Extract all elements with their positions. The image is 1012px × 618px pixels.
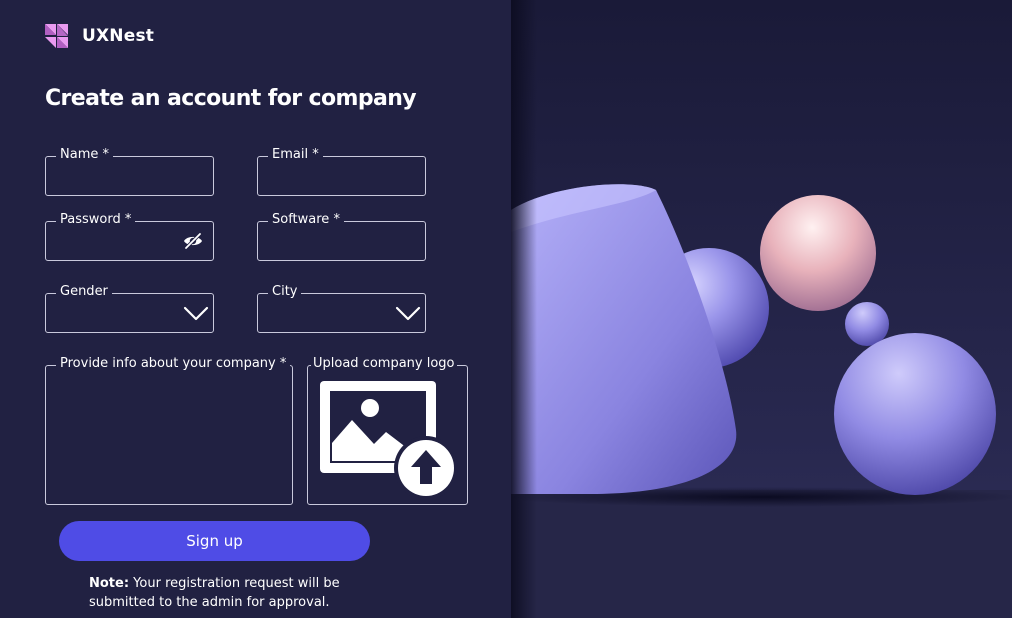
chevron-down-icon[interactable] bbox=[395, 303, 421, 323]
upload-logo-label: Upload company logo bbox=[311, 355, 457, 373]
password-field[interactable]: Password * bbox=[45, 211, 214, 261]
upload-logo-dropzone[interactable]: Upload company logo bbox=[307, 355, 468, 505]
hero-illustration bbox=[511, 0, 1012, 618]
uxnest-logo-icon bbox=[45, 24, 68, 48]
software-input[interactable] bbox=[258, 222, 425, 260]
email-input[interactable] bbox=[258, 157, 425, 195]
page-title: Create an account for company bbox=[45, 86, 417, 111]
signup-button[interactable]: Sign up bbox=[59, 521, 370, 561]
image-upload-icon[interactable] bbox=[318, 378, 458, 498]
brand[interactable]: UXNest bbox=[45, 24, 154, 48]
company-info-textarea[interactable] bbox=[46, 366, 292, 504]
gender-select[interactable]: Gender bbox=[45, 283, 214, 333]
note-prefix: Note: bbox=[89, 576, 130, 591]
email-field[interactable]: Email * bbox=[257, 146, 426, 196]
signup-form-panel: UXNest Create an account for company Nam… bbox=[0, 0, 511, 618]
chevron-down-icon[interactable] bbox=[183, 303, 209, 323]
city-label: City bbox=[268, 283, 302, 301]
signup-page: UXNest Create an account for company Nam… bbox=[0, 0, 1012, 618]
software-field[interactable]: Software * bbox=[257, 211, 426, 261]
approval-note: Note: Your registration request will be … bbox=[89, 574, 379, 612]
brand-name: UXNest bbox=[82, 26, 155, 46]
gender-label: Gender bbox=[56, 283, 112, 301]
company-info-field[interactable]: Provide info about your company * bbox=[45, 355, 293, 505]
abstract-spheres-illustration bbox=[511, 0, 1012, 618]
eye-off-icon[interactable] bbox=[183, 232, 203, 250]
name-field[interactable]: Name * bbox=[45, 146, 214, 196]
name-input[interactable] bbox=[46, 157, 213, 195]
city-select[interactable]: City bbox=[257, 283, 426, 333]
